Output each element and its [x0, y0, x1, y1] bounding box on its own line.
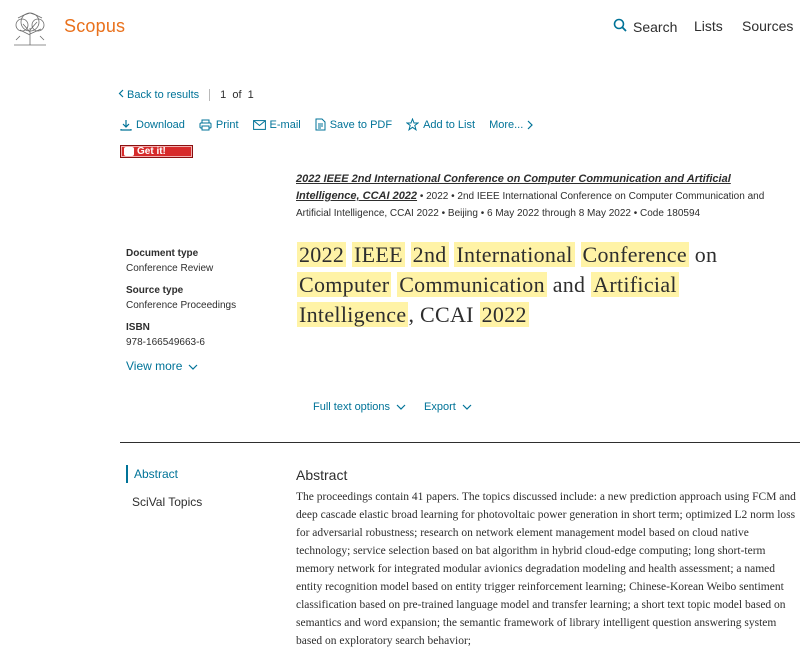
- download-label: Download: [136, 118, 185, 131]
- chevron-down-icon: [188, 359, 198, 373]
- nav-lists[interactable]: Lists: [694, 18, 723, 34]
- document-type-value: Conference Review: [126, 263, 214, 274]
- get-it-icon: [124, 147, 134, 156]
- search-icon: [613, 18, 627, 35]
- section-divider: [120, 442, 800, 443]
- nav-sources[interactable]: Sources: [742, 18, 793, 34]
- title-word: 2nd: [410, 242, 449, 267]
- title-word: , CCAI: [408, 302, 474, 327]
- title-word: International: [454, 242, 575, 267]
- chevron-left-icon: [118, 89, 124, 101]
- print-label: Print: [215, 118, 239, 131]
- document-type-label: Document type: [126, 248, 199, 259]
- document-icon: [315, 118, 326, 131]
- title-word: Communication: [397, 272, 547, 297]
- envelope-icon: [252, 119, 266, 130]
- download-icon: [120, 119, 132, 131]
- save-pdf-button[interactable]: Save to PDF: [315, 118, 392, 131]
- nav-search-label: Search: [633, 18, 678, 35]
- full-text-options-button[interactable]: Full text options: [313, 401, 406, 413]
- title-word: IEEE: [352, 242, 405, 267]
- document-toolbar: Download Print E-mail Save to PDF Add to…: [120, 118, 547, 131]
- print-button[interactable]: Print: [199, 119, 239, 131]
- title-word: Conference: [580, 242, 689, 267]
- back-to-results-link[interactable]: Back to results: [118, 89, 199, 101]
- title-word: and: [552, 272, 586, 297]
- results-navigation: Back to results 1 of 1: [118, 89, 254, 101]
- get-it-button[interactable]: Get it!: [120, 145, 193, 158]
- sidenav-abstract[interactable]: Abstract: [126, 465, 202, 483]
- scopus-brand[interactable]: Scopus: [64, 16, 125, 37]
- document-metadata: Document type Conference Review Source t…: [126, 248, 286, 373]
- title-word: Intelligence: [297, 302, 409, 327]
- abstract-text: The proceedings contain 41 papers. The t…: [296, 491, 796, 647]
- back-to-results-label: Back to results: [127, 89, 200, 101]
- export-label: Export: [424, 401, 456, 413]
- divider: [209, 89, 211, 101]
- chevron-down-icon: [462, 401, 472, 413]
- title-word: 2022: [479, 302, 529, 327]
- view-more-label: View more: [126, 359, 183, 373]
- view-more-button[interactable]: View more: [126, 359, 286, 373]
- more-button[interactable]: More...: [489, 118, 534, 131]
- elsevier-tree-logo: [10, 10, 50, 46]
- source-info: 2022 IEEE 2nd International Conference o…: [296, 171, 786, 222]
- full-text-options-label: Full text options: [313, 401, 391, 413]
- isbn-label: ISBN: [126, 322, 150, 333]
- isbn-value: 978-166549663-6: [126, 337, 205, 348]
- document-title: 2022 IEEE 2nd International Conference o…: [297, 240, 787, 330]
- email-button[interactable]: E-mail: [252, 118, 301, 131]
- abstract-heading: Abstract: [296, 467, 348, 483]
- title-word: 2022: [297, 242, 347, 267]
- document-options: Full text options Export: [313, 401, 472, 413]
- source-type-value: Conference Proceedings: [126, 300, 237, 311]
- more-label: More...: [489, 118, 524, 131]
- add-to-list-label: Add to List: [423, 118, 476, 131]
- nav-search[interactable]: Search: [613, 18, 677, 35]
- save-pdf-label: Save to PDF: [329, 118, 393, 131]
- download-button[interactable]: Download: [120, 119, 185, 131]
- chevron-down-icon: [396, 401, 406, 413]
- email-label: E-mail: [269, 118, 301, 131]
- printer-icon: [199, 119, 212, 131]
- add-to-list-button[interactable]: Add to List: [406, 118, 475, 131]
- sidenav-scival-topics[interactable]: SciVal Topics: [126, 493, 202, 511]
- title-word: Computer: [297, 272, 392, 297]
- source-type-label: Source type: [126, 285, 184, 296]
- title-word: Artificial: [591, 272, 679, 297]
- chevron-right-icon: [527, 120, 534, 130]
- get-it-label: Get it!: [137, 146, 166, 157]
- result-pager: 1 of 1: [220, 89, 254, 101]
- section-nav: Abstract SciVal Topics: [126, 465, 202, 521]
- star-icon: [406, 118, 420, 131]
- title-word: on: [694, 242, 718, 267]
- export-button[interactable]: Export: [424, 401, 472, 413]
